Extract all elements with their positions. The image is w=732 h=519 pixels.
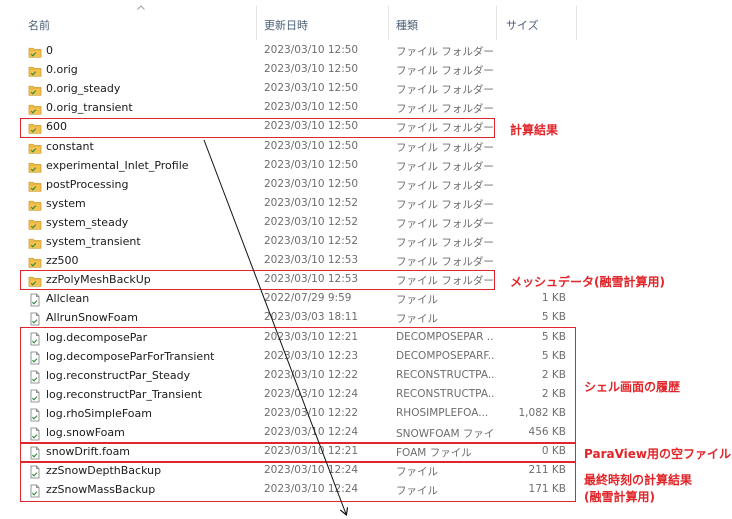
pointer-arrow — [203, 139, 732, 519]
